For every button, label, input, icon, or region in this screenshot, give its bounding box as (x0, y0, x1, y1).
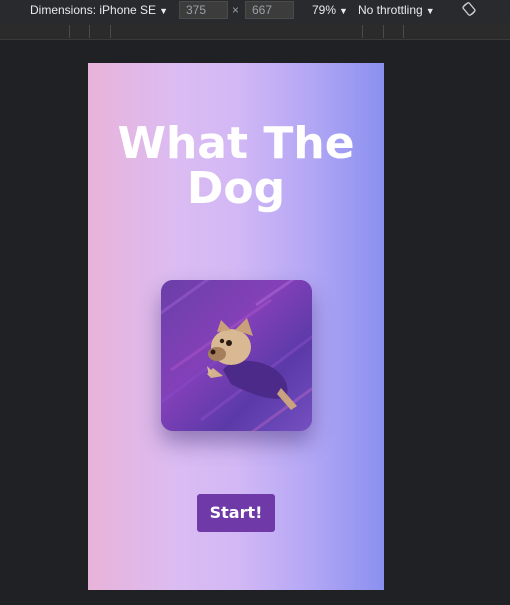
times-separator: × (232, 3, 240, 17)
ruler-tick (403, 25, 404, 38)
device-dimensions-dropdown[interactable]: Dimensions: iPhone SE ▼ (30, 0, 168, 23)
ruler-tick (383, 25, 384, 38)
throttling-label: No throttling (358, 3, 423, 17)
page-title: What The Dog (88, 121, 384, 211)
ruler-tick (362, 25, 363, 38)
ruler-tick (69, 25, 70, 38)
devtools-device-toolbar: Dimensions: iPhone SE▼ × 79%▼ No throttl… (0, 0, 510, 23)
device-viewport: What The Dog Start! (88, 63, 384, 590)
title-line-2: Dog (186, 163, 286, 214)
ruler-tick (110, 25, 111, 38)
title-line-1: What The (117, 118, 355, 169)
chevron-down-icon: ▼ (425, 6, 435, 16)
start-button[interactable]: Start! (197, 494, 275, 532)
device-dimensions-label: Dimensions: iPhone SE (30, 3, 157, 17)
chevron-down-icon: ▼ (339, 6, 348, 16)
dog-hero-image (161, 280, 312, 431)
ruler-tick (89, 25, 90, 38)
media-query-ruler (0, 23, 510, 40)
flying-dog-illustration (161, 280, 312, 431)
zoom-label: 79% (312, 3, 337, 17)
zoom-dropdown[interactable]: 79% ▼ (312, 0, 348, 23)
rotate-icon[interactable] (462, 2, 476, 16)
chevron-down-icon: ▼ (159, 6, 168, 16)
viewport-height-input[interactable] (245, 1, 294, 19)
viewport-width-input[interactable] (179, 1, 228, 19)
throttling-dropdown[interactable]: No throttling ▼ (358, 0, 435, 23)
